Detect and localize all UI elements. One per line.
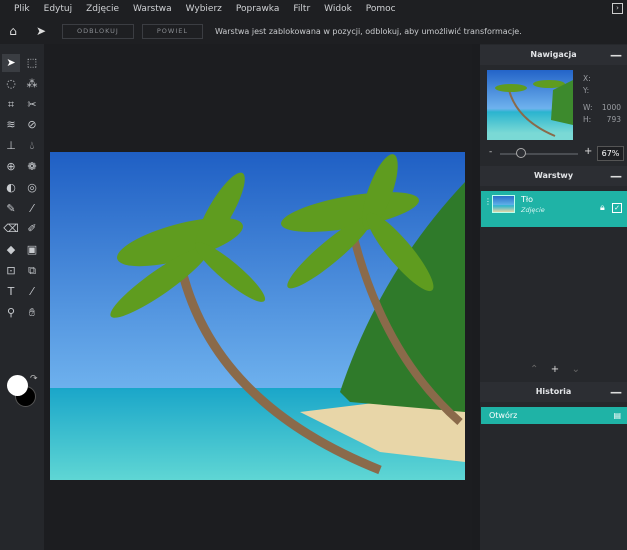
menu-plik[interactable]: Plik (14, 4, 30, 14)
canvas-image[interactable] (50, 152, 465, 480)
heal-tool-icon[interactable]: ⊘ (23, 116, 41, 134)
cut-tool-icon[interactable]: ✂ (23, 96, 41, 114)
move-arrow-icon[interactable]: ➤ (34, 24, 48, 38)
navigation-title: Nawigacja (530, 50, 577, 59)
layer-type: Zdjęcie (521, 206, 545, 214)
marquee-tool-icon[interactable]: ⬚ (23, 54, 41, 72)
zoom-slider[interactable] (500, 153, 578, 155)
move-layer-down-icon[interactable]: ⌄ (572, 364, 580, 375)
layer-thumbnail (492, 195, 515, 213)
shape-tool-icon[interactable]: ⊡ (2, 262, 20, 280)
gradient-tool-icon[interactable]: ▣ (23, 241, 41, 259)
color-replace-tool-icon[interactable]: ✐ (23, 220, 41, 238)
zoom-input[interactable]: 67% (597, 146, 624, 161)
drag-handle-icon[interactable]: ⋮ (484, 197, 492, 206)
magic-wand-tool-icon[interactable]: ⁂ (23, 75, 41, 93)
duplicate-button[interactable]: POWIEL (141, 23, 203, 39)
collapse-panel-icon[interactable]: › (612, 3, 623, 14)
menu-zdjecie[interactable]: Zdjęcie (86, 4, 119, 14)
x-readout: X: (583, 74, 591, 83)
menu-wybierz[interactable]: Wybierz (186, 4, 222, 14)
options-toolbar: ⌂ ➤ ODBLOKUJ POWIEL Warstwa jest zabloko… (0, 18, 627, 44)
brush-tool-icon[interactable]: ⁄ (23, 200, 41, 218)
layer-controls: ⌃ + ⌄ (530, 364, 580, 375)
history-item[interactable]: Otwórz ▤ (481, 407, 627, 424)
pencil-tool-icon[interactable]: ✎ (2, 200, 20, 218)
eyedropper-tool-icon[interactable]: ⁄ (23, 283, 41, 301)
swap-colors-icon[interactable]: ↷ (30, 374, 38, 384)
lock-icon[interactable]: 🔒︎ (600, 203, 605, 213)
spots-tool-icon[interactable]: ❁ (23, 158, 41, 176)
zoom-slider-handle[interactable] (516, 148, 526, 158)
sponge-tool-icon[interactable]: ◎ (23, 179, 41, 197)
width-readout: W: 1000 (583, 103, 621, 112)
minimize-icon[interactable]: — (610, 166, 622, 186)
lasso-tool-icon[interactable]: ◌ (2, 75, 20, 93)
fill-tool-icon[interactable]: ◆ (2, 241, 20, 259)
zoom-tool-icon[interactable]: ⚲ (2, 304, 20, 322)
zoom-out-button[interactable]: - (489, 147, 492, 157)
crop-tool-icon[interactable]: ⌗ (2, 96, 20, 114)
dodge-tool-icon[interactable]: ◐ (2, 179, 20, 197)
move-layer-up-icon[interactable]: ⌃ (530, 364, 538, 375)
menu-edytuj[interactable]: Edytuj (44, 4, 72, 14)
menu-widok[interactable]: Widok (324, 4, 352, 14)
visibility-checkbox[interactable]: ✓ (612, 203, 622, 213)
home-icon[interactable]: ⌂ (6, 24, 20, 38)
copy-tool-icon[interactable]: ⧉ (23, 262, 41, 280)
layer-name: Tło (521, 195, 534, 204)
text-tool-icon[interactable]: T (2, 283, 20, 301)
height-readout: H: 793 (583, 115, 621, 124)
y-readout: Y: (583, 86, 590, 95)
foreground-color-swatch[interactable] (7, 375, 28, 396)
tools-panel: ↷ ➤ ⬚ ◌ ⁂ ⌗ ✂ ≋ ⊘ ⊥ 💧︎ ⊕ ❁ ◐ ◎ ✎ ⁄ ⌫ ✐ ◆ ▣ ⊡ ⧉ T ⁄ ⚲ ✋︎ (0, 44, 44, 550)
minimize-icon[interactable]: — (610, 45, 622, 65)
history-title: Historia (535, 387, 572, 396)
history-item-label: Otwórz (489, 411, 518, 420)
unlock-button[interactable]: ODBLOKUJ (62, 23, 134, 39)
hand-tool-icon[interactable]: ✋︎ (23, 304, 41, 322)
drop-tool-icon[interactable]: 💧︎ (23, 137, 41, 155)
layer-item[interactable]: ⋮ Tło Zdjęcie 🔒︎ ✓ (481, 191, 627, 227)
layers-title: Warstwy (533, 171, 574, 180)
sphere-tool-icon[interactable]: ⊕ (2, 158, 20, 176)
zoom-in-button[interactable]: + (584, 146, 592, 157)
layer-locked-message: Warstwa jest zablokowana w pozycji, odbl… (214, 26, 522, 36)
add-layer-icon[interactable]: + (551, 364, 559, 375)
menu-warstwa[interactable]: Warstwa (133, 4, 172, 14)
menu-bar: Plik Edytuj Zdjęcie Warstwa Wybierz Popr… (0, 0, 627, 18)
history-header: Historia — (480, 382, 627, 402)
menu-filtr[interactable]: Filtr (293, 4, 310, 14)
navigation-header: Nawigacja — (480, 45, 627, 65)
eraser-tool-icon[interactable]: ⌫ (2, 220, 20, 238)
menu-pomoc[interactable]: Pomoc (366, 4, 396, 14)
move-tool-icon[interactable]: ➤ (2, 54, 20, 72)
navigation-thumbnail[interactable] (487, 70, 573, 140)
thumbnail-image (495, 80, 573, 137)
stamp-tool-icon[interactable]: ⊥ (2, 137, 20, 155)
minimize-icon[interactable]: — (610, 382, 622, 402)
liquify-tool-icon[interactable]: ≋ (2, 116, 20, 134)
menu-poprawka[interactable]: Poprawka (236, 4, 279, 14)
delete-icon[interactable]: ▤ (613, 407, 621, 424)
palm-beach-photo (50, 152, 465, 480)
layers-header: Warstwy — (480, 166, 627, 186)
right-panel: Nawigacja — X: Y: W: 1000 H: 793 - + 67% Wa… (480, 44, 627, 550)
